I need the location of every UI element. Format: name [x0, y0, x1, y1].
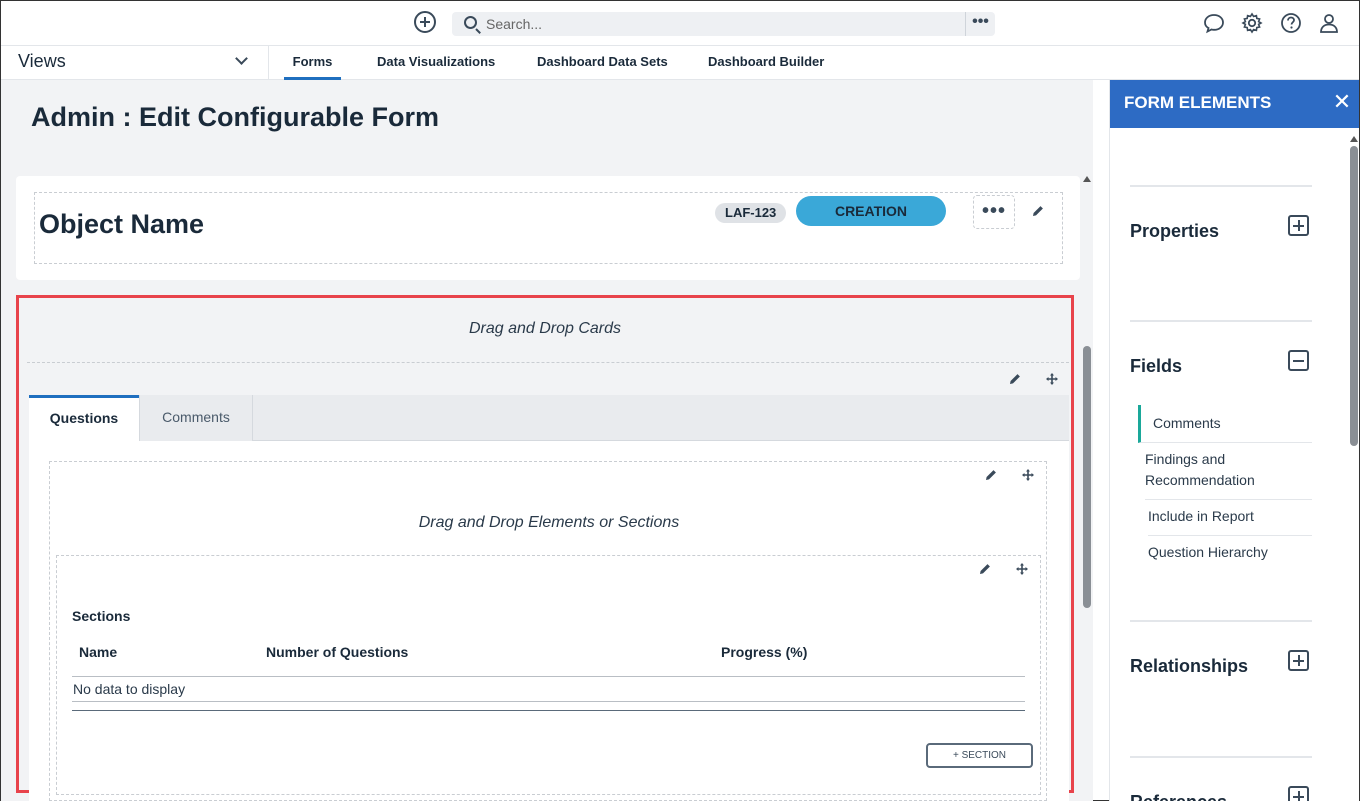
field-item-question-hierarchy[interactable]: Question Hierarchy — [1148, 534, 1312, 571]
edit-icon[interactable] — [1031, 204, 1045, 218]
tab-questions[interactable]: Questions — [29, 395, 139, 441]
drag-drop-elements-label: Drag and Drop Elements or Sections — [418, 514, 680, 531]
user-icon[interactable] — [1318, 12, 1340, 34]
relationships-group: Relationships — [1130, 620, 1312, 756]
empty-table-message: No data to display — [73, 681, 186, 697]
elements-dropzone: Drag and Drop Elements or Sections Secti… — [49, 461, 1047, 801]
search-icon — [464, 16, 477, 29]
panel-title: FORM ELEMENTS — [1124, 93, 1272, 112]
table-divider — [72, 676, 1025, 677]
panel-scrollbar[interactable] — [1350, 146, 1358, 446]
tab-dashboard-builder[interactable]: Dashboard Builder — [708, 46, 824, 80]
expand-icon[interactable] — [1288, 650, 1309, 671]
help-icon[interactable] — [1280, 12, 1302, 34]
references-group: References — [1130, 756, 1312, 801]
expand-icon[interactable] — [1288, 215, 1309, 236]
cards-highlight-region: Drag and Drop Cards Questions Comments D… — [16, 295, 1074, 801]
sections-card: Sections Name Number of Questions Progre… — [56, 555, 1041, 795]
nav-row: Views Forms Data Visualizations Dashboar… — [1, 46, 1359, 80]
field-item-findings-and-recommendation[interactable]: Findings and Recommendation — [1145, 441, 1312, 500]
object-header-dropzone: Object Name LAF-123 CREATION ••• — [34, 192, 1063, 264]
drag-drop-cards-label: Drag and Drop Cards — [468, 320, 622, 337]
collapse-icon[interactable] — [1288, 350, 1309, 371]
column-header-number-of-questions[interactable]: Number of Questions — [266, 644, 408, 660]
search-input[interactable] — [486, 14, 956, 34]
scroll-up-arrow[interactable] — [1350, 136, 1358, 142]
tab-comments[interactable]: Comments — [139, 395, 253, 441]
scroll-up-arrow[interactable] — [1083, 176, 1091, 182]
tab-dashboard-data-sets[interactable]: Dashboard Data Sets — [537, 46, 668, 80]
move-icon[interactable] — [1045, 372, 1059, 386]
relationships-label: Relationships — [1130, 656, 1249, 676]
edit-icon[interactable] — [978, 562, 992, 576]
field-item-comments[interactable]: Comments — [1138, 405, 1312, 443]
properties-label: Properties — [1130, 221, 1220, 241]
main-content: Admin : Edit Configurable Form Object Na… — [1, 80, 1093, 801]
sections-title: Sections — [72, 608, 131, 624]
form-elements-panel: FORM ELEMENTS ✕ Properties Fields Commen… — [1109, 80, 1359, 801]
page-title: Admin : Edit Configurable Form — [31, 102, 439, 132]
chevron-down-icon — [235, 52, 248, 65]
panel-header: FORM ELEMENTS ✕ — [1110, 80, 1359, 128]
edit-icon[interactable] — [1008, 372, 1022, 386]
column-header-progress[interactable]: Progress (%) — [721, 644, 807, 660]
object-name: Object Name — [39, 209, 205, 239]
gear-icon[interactable] — [1241, 12, 1263, 34]
properties-group: Properties — [1130, 185, 1312, 320]
expand-icon[interactable] — [1288, 786, 1309, 801]
table-divider — [72, 701, 1025, 702]
card-tabs: Questions Comments — [29, 395, 1069, 441]
add-icon[interactable] — [414, 11, 436, 33]
move-icon[interactable] — [1021, 468, 1035, 482]
search-box[interactable]: ••• — [452, 12, 995, 36]
views-dropdown[interactable]: Views — [1, 46, 269, 80]
object-header-card: Object Name LAF-123 CREATION ••• — [16, 176, 1080, 280]
move-icon[interactable] — [1015, 562, 1029, 576]
column-header-name[interactable]: Name — [79, 644, 117, 660]
views-label: Views — [18, 51, 66, 71]
status-badge[interactable]: CREATION — [796, 196, 946, 226]
edit-icon[interactable] — [984, 468, 998, 482]
table-bottom-border — [72, 710, 1025, 711]
field-item-include-in-report[interactable]: Include in Report — [1148, 498, 1312, 536]
top-bar: ••• — [1, 1, 1359, 46]
chat-icon[interactable] — [1203, 12, 1225, 34]
references-label: References — [1130, 792, 1227, 801]
more-options-button[interactable]: ••• — [973, 195, 1015, 229]
tab-data-visualizations[interactable]: Data Visualizations — [377, 46, 495, 80]
main-scrollbar[interactable] — [1083, 346, 1091, 608]
search-more-button[interactable]: ••• — [965, 12, 995, 36]
fields-label: Fields — [1130, 356, 1183, 376]
object-id-badge: LAF-123 — [715, 203, 787, 223]
close-icon[interactable]: ✕ — [1332, 91, 1352, 113]
questions-tab-panel: Drag and Drop Elements or Sections Secti… — [29, 441, 1069, 801]
add-section-button[interactable]: + SECTION — [926, 743, 1033, 768]
tab-forms[interactable]: Forms — [284, 46, 341, 80]
